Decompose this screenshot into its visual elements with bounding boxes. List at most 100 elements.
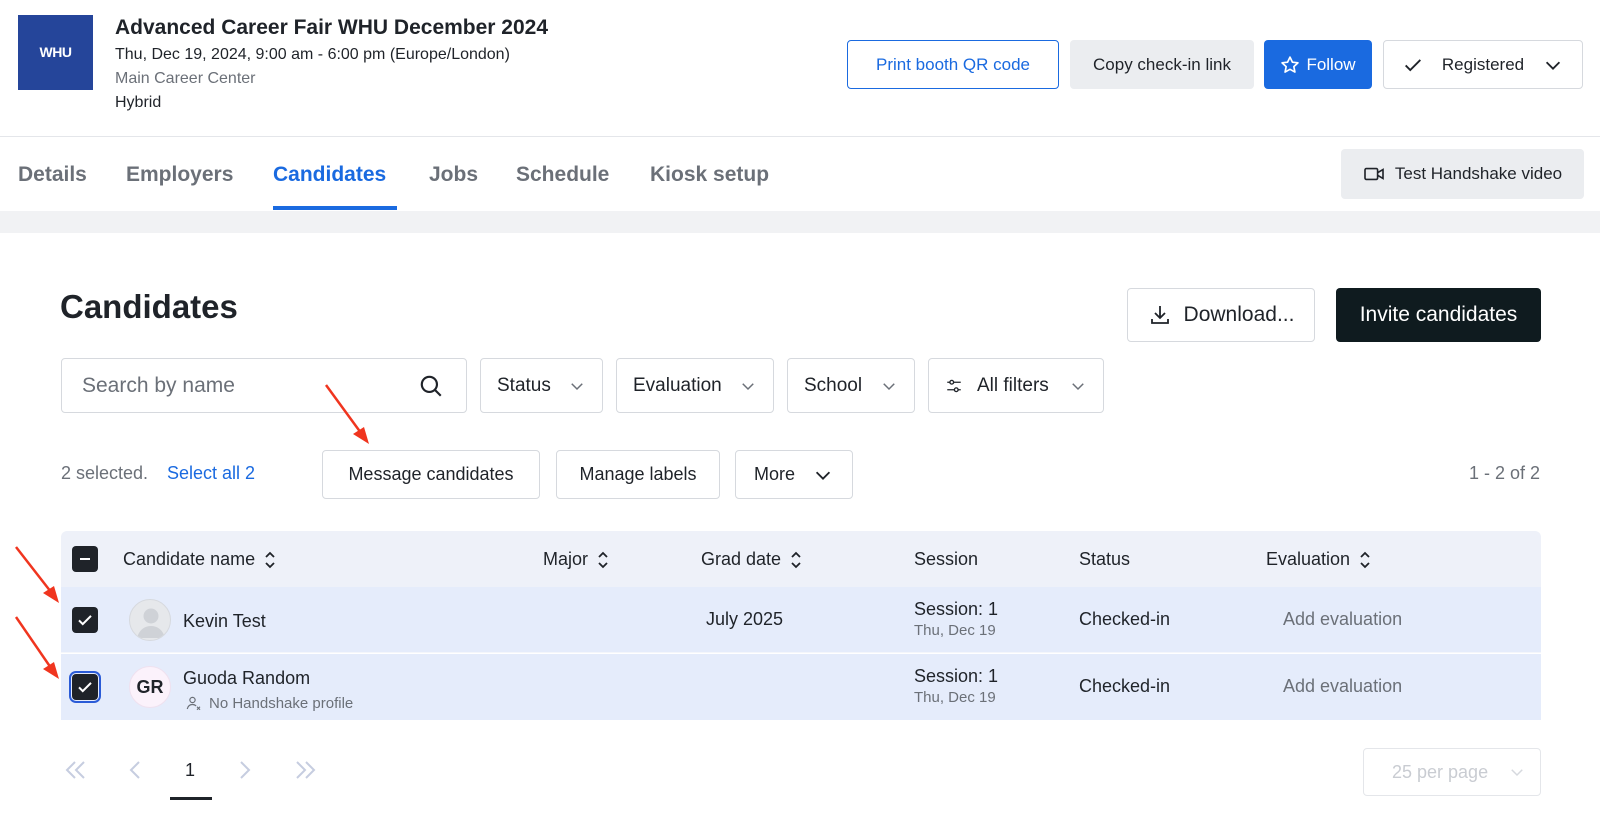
add-evaluation-link[interactable]: Add evaluation	[1283, 609, 1402, 630]
add-evaluation-link[interactable]: Add evaluation	[1283, 676, 1402, 697]
chevron-down-icon	[1072, 382, 1084, 390]
all-filters-button[interactable]: All filters	[928, 358, 1104, 413]
chevron-down-icon	[815, 471, 831, 480]
sort-icon	[1360, 551, 1370, 568]
test-handshake-video-button[interactable]: Test Handshake video	[1341, 149, 1584, 199]
no-profile-note: No Handshake profile	[185, 694, 353, 712]
follow-button[interactable]: Follow	[1264, 40, 1372, 89]
chevron-down-icon	[571, 382, 583, 390]
sort-icon	[598, 551, 608, 568]
column-candidate-name[interactable]: Candidate name	[123, 549, 277, 570]
school-filter[interactable]: School	[787, 358, 915, 413]
evaluation-filter-label: Evaluation	[633, 374, 722, 396]
candidate-name[interactable]: Kevin Test	[183, 611, 266, 632]
table-row[interactable]: Kevin Test July 2025 Session: 1 Thu, Dec…	[61, 587, 1541, 653]
column-evaluation[interactable]: Evaluation	[1266, 549, 1372, 570]
session-date: Thu, Dec 19	[914, 689, 996, 706]
chevron-down-icon	[1511, 769, 1523, 777]
select-all-link[interactable]: Select all 2	[167, 463, 255, 484]
test-handshake-video-label: Test Handshake video	[1394, 164, 1563, 183]
grad-date: July 2025	[706, 609, 784, 629]
evaluation-filter[interactable]: Evaluation	[616, 358, 774, 413]
column-status: Status	[1079, 549, 1130, 570]
sort-icon	[791, 551, 801, 568]
tab-details[interactable]: Details	[18, 163, 87, 187]
page-title: Candidates	[60, 288, 238, 325]
table-header: Candidate name Major Grad date Session S…	[61, 531, 1541, 587]
avatar	[129, 599, 171, 641]
minus-icon	[80, 558, 90, 560]
no-profile-label: No Handshake profile	[209, 694, 354, 712]
all-filters-label: All filters	[977, 374, 1049, 396]
event-header: WHU Advanced Career Fair WHU December 20…	[0, 0, 1600, 137]
download-button[interactable]: Download...	[1127, 288, 1315, 342]
person-placeholder-icon	[137, 608, 165, 638]
tab-jobs[interactable]: Jobs	[429, 163, 478, 187]
logo-text: WHU	[39, 43, 72, 60]
invite-candidates-label: Invite candidates	[1359, 303, 1518, 326]
column-status-label: Status	[1079, 549, 1131, 569]
check-icon	[78, 615, 92, 626]
registered-dropdown[interactable]: Registered	[1383, 40, 1583, 89]
download-label: Download...	[1183, 303, 1295, 326]
search-icon[interactable]	[418, 373, 444, 399]
manage-labels-label: Manage labels	[579, 464, 697, 484]
current-page[interactable]: 1	[185, 760, 195, 781]
tab-candidates[interactable]: Candidates	[273, 163, 386, 187]
select-all-checkbox[interactable]	[72, 546, 98, 572]
tab-kiosk-setup[interactable]: Kiosk setup	[650, 163, 769, 187]
column-session-label: Session	[914, 549, 979, 569]
active-tab-indicator	[273, 206, 397, 210]
event-location: Main Career Center	[115, 70, 256, 87]
row-checkbox[interactable]	[69, 671, 101, 703]
copy-check-in-link-button[interactable]: Copy check-in link	[1070, 40, 1254, 89]
message-candidates-button[interactable]: Message candidates	[322, 450, 540, 499]
status-filter-label: Status	[497, 374, 551, 396]
tab-schedule[interactable]: Schedule	[516, 163, 609, 187]
status-filter[interactable]: Status	[480, 358, 603, 413]
more-label: More	[754, 464, 796, 484]
column-grad-date[interactable]: Grad date	[701, 549, 803, 570]
event-date: Thu, Dec 19, 2024, 9:00 am - 6:00 pm (Eu…	[115, 46, 510, 63]
chevron-down-icon	[1545, 61, 1561, 70]
event-title: Advanced Career Fair WHU December 2024	[115, 16, 549, 39]
column-session: Session	[914, 549, 978, 570]
last-page-icon[interactable]	[293, 759, 317, 781]
row-checkbox[interactable]	[72, 607, 98, 633]
per-page-label: 25 per page	[1392, 761, 1489, 782]
sliders-icon	[947, 379, 961, 392]
chevron-down-icon	[883, 382, 895, 390]
session-date: Thu, Dec 19	[914, 622, 996, 639]
registered-label: Registered	[1441, 54, 1525, 74]
more-dropdown[interactable]: More	[735, 450, 853, 499]
first-page-icon[interactable]	[64, 759, 88, 781]
avatar: GR	[129, 666, 171, 708]
video-camera-icon	[1364, 167, 1384, 181]
candidate-name[interactable]: Guoda Random	[183, 668, 310, 689]
column-major[interactable]: Major	[543, 549, 610, 570]
print-booth-qr-button[interactable]: Print booth QR code	[847, 40, 1059, 89]
invite-candidates-button[interactable]: Invite candidates	[1336, 288, 1541, 342]
manage-labels-button[interactable]: Manage labels	[556, 450, 720, 499]
session: Session: 1	[914, 599, 999, 619]
follow-label: Follow	[1306, 54, 1356, 74]
table-row[interactable]: GR Guoda Random No Handshake profile Ses…	[61, 654, 1541, 720]
print-booth-qr-label: Print booth QR code	[875, 54, 1031, 74]
previous-page-icon[interactable]	[128, 759, 142, 781]
message-candidates-label: Message candidates	[348, 464, 514, 484]
tab-employers[interactable]: Employers	[126, 163, 233, 187]
person-off-icon	[186, 696, 201, 711]
search-input[interactable]	[82, 373, 402, 399]
next-page-icon[interactable]	[238, 759, 252, 781]
all-filters-content: All filters	[945, 375, 1049, 397]
per-page-select[interactable]: 25 per page	[1363, 748, 1541, 796]
status: Checked-in	[1079, 609, 1171, 629]
download-icon	[1150, 306, 1169, 324]
current-page-indicator	[170, 797, 212, 800]
selected-count: 2 selected.	[61, 463, 149, 483]
school-logo: WHU	[18, 15, 93, 90]
session: Session: 1	[914, 666, 999, 686]
chevron-down-icon	[742, 382, 754, 390]
column-grad-date-label: Grad date	[701, 549, 782, 569]
school-filter-label: School	[804, 374, 863, 396]
